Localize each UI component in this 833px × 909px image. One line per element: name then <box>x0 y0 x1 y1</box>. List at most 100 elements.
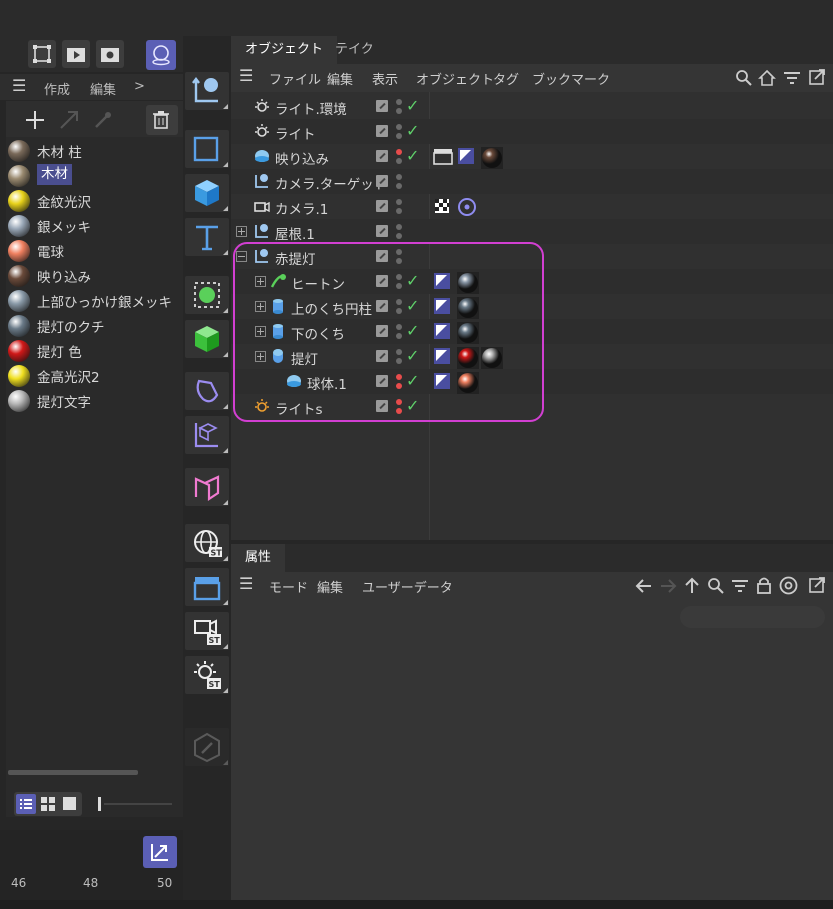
render-visibility-dot[interactable] <box>396 158 402 164</box>
frame-icon[interactable] <box>28 40 56 68</box>
menu-file[interactable]: ファイル <box>269 69 321 88</box>
material-item[interactable]: 提灯 色 <box>6 337 183 362</box>
large-view-icon[interactable] <box>60 794 80 814</box>
menu-user-data[interactable]: ユーザーデータ <box>362 577 453 596</box>
new-window-icon[interactable] <box>808 68 826 86</box>
material-preview-icon <box>8 390 30 412</box>
render-visibility-dot[interactable] <box>396 208 402 214</box>
render-view-icon[interactable] <box>62 40 90 68</box>
editor-visibility-dot[interactable] <box>396 174 402 180</box>
material-item[interactable]: 上部ひっかけ銀メッキ <box>6 287 183 312</box>
scene-object-icon[interactable] <box>185 468 229 506</box>
horizontal-scrollbar[interactable] <box>8 770 138 775</box>
hamburger-icon[interactable]: ☰ <box>239 66 253 85</box>
expand-icon[interactable] <box>236 226 247 237</box>
field-icon[interactable] <box>185 416 229 454</box>
green-cube-icon[interactable] <box>185 320 229 358</box>
layer-edit-icon[interactable] <box>376 175 388 187</box>
sphere-deform-icon[interactable] <box>185 276 229 314</box>
menu-tag[interactable]: タグ <box>493 69 519 88</box>
texture-tag-icon[interactable] <box>457 147 475 169</box>
new-window-icon[interactable] <box>808 576 826 594</box>
editor-visibility-dot[interactable] <box>396 199 402 205</box>
checker-tag-icon[interactable] <box>433 197 451 219</box>
grid-view-icon[interactable] <box>38 794 58 814</box>
render-tag-icon[interactable] <box>433 147 453 169</box>
object-row[interactable]: 屋根.1 <box>231 219 833 244</box>
filter-icon[interactable] <box>731 577 749 595</box>
render-settings-icon[interactable] <box>96 40 124 68</box>
tab-attributes[interactable]: 属性 <box>231 544 286 572</box>
attribute-search-field[interactable] <box>680 606 825 628</box>
filter-icon[interactable] <box>783 69 801 87</box>
object-row[interactable]: ライト ✓ <box>231 119 833 144</box>
object-row[interactable]: カメラ.ターゲット <box>231 169 833 194</box>
layer-edit-icon[interactable] <box>376 100 388 112</box>
menu-view[interactable]: 表示 <box>372 69 398 88</box>
material-item[interactable]: 木材 <box>6 162 183 187</box>
enabled-check-icon[interactable]: ✓ <box>406 146 419 165</box>
object-row[interactable]: カメラ.1 <box>231 194 833 219</box>
timeline-mode-icon[interactable] <box>143 836 177 868</box>
home-icon[interactable] <box>758 69 776 87</box>
menu-create[interactable]: 作成 <box>44 79 70 98</box>
object-row[interactable]: 映り込み ✓ <box>231 144 833 169</box>
menu-edit[interactable]: 編集 <box>327 69 353 88</box>
material-item[interactable]: 提灯文字 <box>6 387 183 412</box>
size-slider-track[interactable] <box>104 803 172 805</box>
search-icon[interactable] <box>707 577 725 595</box>
layer-edit-icon[interactable] <box>376 225 388 237</box>
enabled-check-icon[interactable]: ✓ <box>406 121 419 140</box>
menu-edit[interactable]: 編集 <box>90 79 116 98</box>
material-item[interactable]: 銀メッキ <box>6 212 183 237</box>
editor-visibility-dot[interactable] <box>396 149 402 155</box>
editor-visibility-dot[interactable] <box>396 224 402 230</box>
disc-object-icon <box>253 147 271 169</box>
material-item[interactable]: 木材 柱 <box>6 137 183 162</box>
menu-bookmark[interactable]: ブックマーク <box>532 69 610 88</box>
null-object-icon[interactable] <box>185 72 229 110</box>
target-tag-icon[interactable] <box>457 197 477 221</box>
rectangle-spline-icon[interactable] <box>185 130 229 168</box>
layer-edit-icon[interactable] <box>376 125 388 137</box>
environment-globe-icon[interactable]: ST <box>185 524 229 562</box>
render-visibility-dot[interactable] <box>396 133 402 139</box>
deformer-icon[interactable] <box>185 372 229 410</box>
render-visibility-dot[interactable] <box>396 108 402 114</box>
material-item[interactable]: 金紋光沢 <box>6 187 183 212</box>
hamburger-icon[interactable]: ☰ <box>12 76 26 95</box>
material-item[interactable]: 金高光沢2 <box>6 362 183 387</box>
trash-icon[interactable] <box>146 105 178 135</box>
lock-icon[interactable] <box>755 576 773 594</box>
object-row[interactable]: ライト.環境 ✓ <box>231 94 833 119</box>
menu-object[interactable]: オブジェクト <box>416 69 494 88</box>
text-tool-icon[interactable] <box>185 218 229 256</box>
light-st-icon[interactable]: ST <box>185 656 229 694</box>
up-arrow-icon[interactable] <box>683 577 701 595</box>
search-icon[interactable] <box>735 69 753 87</box>
camera-st-icon[interactable]: ST <box>185 612 229 650</box>
cube-icon[interactable] <box>185 174 229 212</box>
size-slider-handle[interactable] <box>98 797 101 811</box>
material-item[interactable]: 提灯のクチ <box>6 312 183 337</box>
render-visibility-dot[interactable] <box>396 233 402 239</box>
render-visibility-dot[interactable] <box>396 183 402 189</box>
material-sphere-icon[interactable] <box>146 40 176 70</box>
menu-more[interactable]: > <box>134 79 145 94</box>
material-item[interactable]: 電球 <box>6 237 183 262</box>
back-arrow-icon[interactable] <box>635 577 653 595</box>
add-icon[interactable] <box>24 109 46 131</box>
tab-takes[interactable]: テイク <box>321 36 388 64</box>
editor-visibility-dot[interactable] <box>396 124 402 130</box>
material-item[interactable]: 映り込み <box>6 262 183 287</box>
clapboard-icon[interactable] <box>185 568 229 606</box>
layer-edit-icon[interactable] <box>376 150 388 162</box>
layer-edit-icon[interactable] <box>376 200 388 212</box>
menu-mode[interactable]: モード <box>269 577 308 596</box>
enabled-check-icon[interactable]: ✓ <box>406 96 419 115</box>
hamburger-icon[interactable]: ☰ <box>239 574 253 593</box>
editor-visibility-dot[interactable] <box>396 99 402 105</box>
target-icon[interactable] <box>779 576 798 595</box>
list-view-icon[interactable] <box>16 794 36 814</box>
menu-edit[interactable]: 編集 <box>317 577 343 596</box>
